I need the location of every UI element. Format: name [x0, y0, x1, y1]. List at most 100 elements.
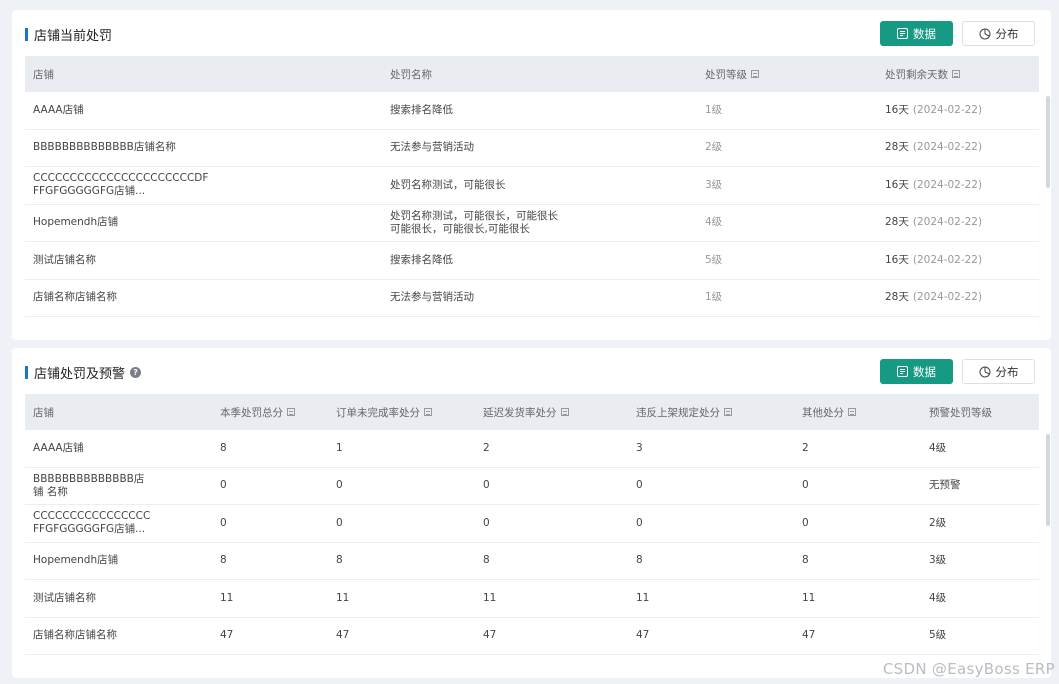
col-listing-violation[interactable]: 违反上架规定处分 [628, 405, 794, 420]
table-cell: 5级 [705, 253, 723, 266]
table-cell: 0 [636, 516, 643, 529]
table-cell: CCCCCCCCCCCCCCCC FFGFGGGGGFG店铺... [33, 510, 151, 536]
table-cell: 2 [802, 441, 809, 454]
col-total-score[interactable]: 本季处罚总分 [212, 405, 328, 420]
table-cell: 1级 [705, 291, 723, 304]
table-cell: 0 [636, 479, 643, 492]
table-cell: 47 [483, 629, 497, 642]
table-cell: 无法参与营销活动 [390, 141, 474, 154]
table-cell: 2 [483, 441, 490, 454]
table-cell: 0 [483, 479, 490, 492]
table-cell: Hopemendh店铺 [33, 216, 119, 229]
watermark: CSDN @EasyBoss ERP [882, 660, 1055, 678]
table-body: AAAA店铺 8 1 2 3 2 4级 BBBBBBBBBBBBBB店铺 名称 … [25, 430, 1050, 655]
sort-icon[interactable] [560, 408, 569, 416]
current-penalty-table: 店铺 处罚名称 处罚等级 处罚剩余天数 AAAA店铺 搜索排名降低 1级 16天… [25, 56, 1050, 317]
table-cell: 8 [483, 554, 490, 567]
table-cell: 11 [220, 591, 234, 604]
distribution-view-button[interactable]: 分布 [962, 359, 1035, 384]
view-toggle: 数据 分布 [880, 21, 1035, 46]
table-row: Hopemendh店铺 8 8 8 8 8 3级 [25, 543, 1039, 580]
data-view-button[interactable]: 数据 [880, 21, 953, 46]
table-cell: 11 [636, 591, 650, 604]
table-cell: 搜索排名降低 [390, 103, 453, 116]
table-row: BBBBBBBBBBBBBB店铺 名称 0 0 0 0 0 无预警 [25, 468, 1039, 505]
list-icon [897, 366, 908, 377]
col-penalty-level[interactable]: 处罚等级 [697, 67, 877, 82]
table-cell: BBBBBBBBBBBBBB店铺名称 [33, 141, 176, 154]
penalty-warning-panel: 店铺处罚及预警 ? 数据 分布 店铺 本季处罚总分 订单未完成率处分 延迟发货率… [12, 348, 1051, 678]
help-icon[interactable]: ? [130, 367, 142, 378]
col-warning-level[interactable]: 预警处罚等级 [921, 405, 1039, 420]
scrollbar[interactable] [1046, 96, 1050, 188]
distribution-view-button[interactable]: 分布 [962, 21, 1035, 46]
table-cell: 47 [802, 629, 816, 642]
table-cell: 1级 [705, 103, 723, 116]
col-store[interactable]: 店铺 [25, 405, 212, 420]
table-cell: 16天 (2024-02-22) [885, 178, 983, 191]
table-cell: 47 [220, 629, 234, 642]
table-cell: 0 [336, 479, 343, 492]
table-cell: 4级 [929, 441, 947, 454]
sort-icon[interactable] [287, 408, 295, 416]
table-cell: 店铺名称店铺名称 [33, 629, 117, 642]
sort-icon[interactable] [952, 70, 960, 78]
table-cell: 0 [802, 479, 809, 492]
table-row: CCCCCCCCCCCCCCCCCCCCCCDF FFGFGGGGGFG店铺..… [25, 167, 1039, 205]
pie-chart-icon [979, 28, 991, 40]
table-cell: 8 [802, 554, 809, 567]
table-cell: 0 [220, 479, 227, 492]
view-toggle: 数据 分布 [880, 359, 1035, 384]
table-cell: 4级 [705, 216, 723, 229]
table-cell: 0 [220, 516, 227, 529]
col-penalty-name[interactable]: 处罚名称 [382, 67, 697, 82]
current-penalty-title: 店铺当前处罚 [25, 25, 112, 44]
sort-icon[interactable] [724, 408, 732, 416]
table-row: AAAA店铺 8 1 2 3 2 4级 [25, 430, 1039, 468]
table-header: 店铺 本季处罚总分 订单未完成率处分 延迟发货率处分 违反上架规定处分 其他处分… [25, 394, 1039, 430]
table-cell: 8 [220, 441, 227, 454]
table-row: CCCCCCCCCCCCCCCC FFGFGGGGGFG店铺... 0 0 0 … [25, 505, 1039, 543]
table-cell: 11 [483, 591, 497, 604]
table-cell: 4级 [929, 591, 947, 604]
scrollbar[interactable] [1046, 434, 1050, 526]
table-cell: AAAA店铺 [33, 103, 84, 116]
table-cell: 测试店铺名称 [33, 591, 96, 604]
col-delay-rate[interactable]: 延迟发货率处分 [475, 405, 628, 420]
table-cell: 0 [483, 516, 490, 529]
table-cell: 47 [636, 629, 650, 642]
table-cell: 1 [336, 441, 343, 454]
table-cell: 0 [336, 516, 343, 529]
table-row: 测试店铺名称 11 11 11 11 11 4级 [25, 580, 1039, 618]
table-cell: 8 [336, 554, 343, 567]
table-cell: 处罚名称测试，可能很长，可能很长 可能很长，可能很长,可能很长 [390, 209, 558, 235]
sort-icon[interactable] [848, 408, 856, 416]
table-cell: 16天 (2024-02-22) [885, 253, 983, 266]
col-store[interactable]: 店铺 [25, 67, 382, 82]
table-cell: 8 [220, 554, 227, 567]
table-row: Hopemendh店铺 处罚名称测试，可能很长，可能很长 可能很长，可能很长,可… [25, 205, 1039, 242]
penalty-warning-title: 店铺处罚及预警 ? [25, 363, 142, 382]
table-cell: Hopemendh店铺 [33, 554, 119, 567]
data-view-button[interactable]: 数据 [880, 359, 953, 384]
col-other[interactable]: 其他处分 [794, 405, 921, 420]
table-cell: 28天 (2024-02-22) [885, 141, 983, 154]
table-cell: 3级 [929, 554, 947, 567]
sort-icon[interactable] [751, 70, 759, 78]
table-cell: 11 [336, 591, 350, 604]
table-cell: 店铺名称店铺名称 [33, 291, 117, 304]
table-cell: 测试店铺名称 [33, 253, 96, 266]
col-remaining-days[interactable]: 处罚剩余天数 [877, 67, 1039, 82]
col-unfinished-rate[interactable]: 订单未完成率处分 [328, 405, 475, 420]
table-cell: 28天 (2024-02-22) [885, 291, 983, 304]
sort-icon[interactable] [424, 408, 432, 416]
table-body: AAAA店铺 搜索排名降低 1级 16天 (2024-02-22) BBBBBBB… [25, 92, 1050, 317]
table-row: 店铺名称店铺名称 无法参与营销活动 1级 28天 (2024-02-22) [25, 280, 1039, 317]
table-row: AAAA店铺 搜索排名降低 1级 16天 (2024-02-22) [25, 92, 1039, 130]
table-cell: 16天 (2024-02-22) [885, 103, 983, 116]
table-cell: AAAA店铺 [33, 441, 84, 454]
current-penalty-panel: 店铺当前处罚 数据 分布 店铺 处罚名称 处罚等级 处罚剩余天数 AAAA店铺 … [12, 10, 1051, 340]
table-cell: 3 [636, 441, 643, 454]
table-header: 店铺 处罚名称 处罚等级 处罚剩余天数 [25, 56, 1039, 92]
table-cell: 3级 [705, 178, 723, 191]
